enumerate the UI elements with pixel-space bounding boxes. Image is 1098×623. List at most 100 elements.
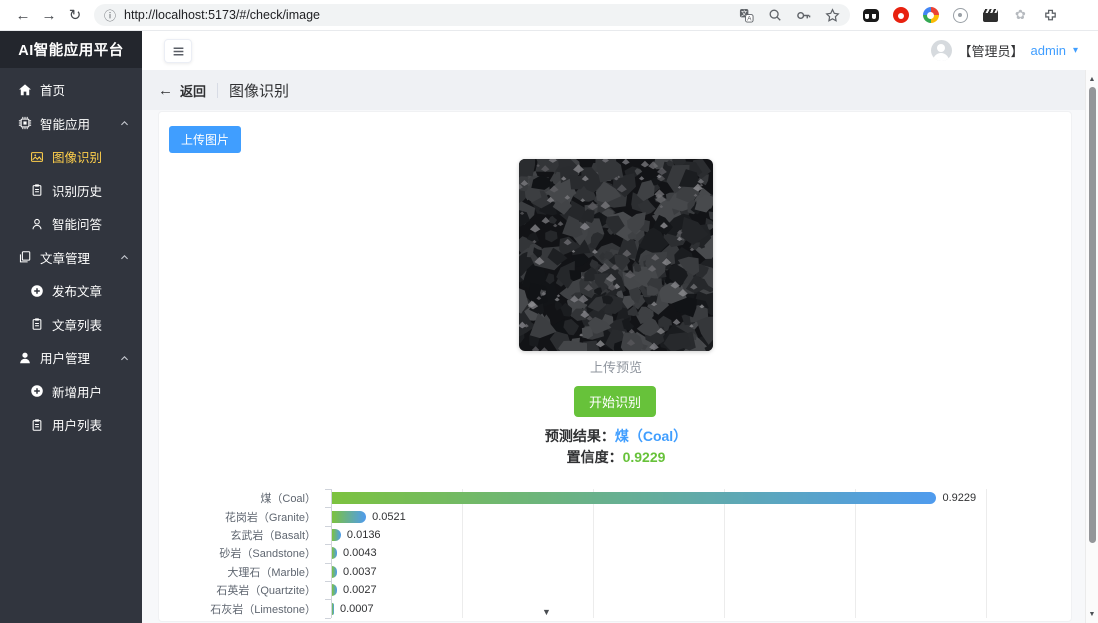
user-role-label: 【管理员】: [958, 44, 1024, 59]
clipboard-icon: [29, 317, 44, 332]
start-recognition-button[interactable]: 开始识别: [573, 386, 657, 417]
chevron-down-icon[interactable]: ▾: [1073, 45, 1078, 56]
sidebar-menu: 首页 智能应用图像识别识别历史智能问答文章管理发布文章文章列表用户管理新增用户用户…: [0, 68, 142, 442]
chart-value-label: 0.9229: [942, 492, 977, 505]
back-arrow-icon[interactable]: ←: [10, 7, 36, 24]
header-divider: [217, 82, 219, 98]
clipboard-icon: [29, 183, 44, 198]
menu-dots-icon[interactable]: ⋮: [1093, 7, 1098, 23]
scrollbar-thumb[interactable]: [1088, 87, 1096, 543]
chart-gridline: [855, 489, 856, 618]
screen: ← → ↻ ⓘ http://localhost:5173/#/check/im…: [0, 0, 1098, 623]
chart-category-label: 煤（Coal）: [260, 493, 316, 506]
content-area: 上传图片 上传预览 开始识别 预测结果：煤（Coal） 置信度：0.9229 煤…: [142, 110, 1085, 623]
translate-icon[interactable]: 文A: [739, 8, 754, 23]
extension-clapperboard-icon[interactable]: [982, 7, 999, 24]
user-solid-icon: [17, 350, 32, 365]
axis-tick: [325, 544, 331, 546]
sidebar-item-article-management[interactable]: 文章管理: [0, 241, 142, 275]
chart-gridline: [986, 489, 987, 618]
extension-color-wheel-icon[interactable]: [922, 7, 939, 24]
scrollbar-down-arrow[interactable]: ▼: [1086, 607, 1098, 621]
chevron-up-icon: [119, 116, 130, 130]
passwords-key-icon[interactable]: [796, 8, 811, 23]
svg-text:A: A: [747, 15, 752, 22]
sidebar: AI智能应用平台 首页 智能应用图像识别识别历史智能问答文章管理发布文章文章列表用…: [0, 31, 142, 623]
chart-category-label: 花岗岩（Granite）: [224, 511, 316, 524]
user-box[interactable]: 【管理员】 admin ▾: [930, 31, 1078, 70]
address-bar[interactable]: ⓘ http://localhost:5173/#/check/image 文A: [94, 4, 850, 26]
chevron-up-icon: [119, 351, 130, 365]
sidebar-item-label: 识别历史: [52, 184, 103, 199]
chart-bar: [332, 492, 937, 505]
scroll-down-indicator[interactable]: ▼: [542, 607, 551, 617]
chart-bar: [332, 529, 341, 541]
chevron-up-icon: [119, 250, 130, 264]
scrollbar-up-arrow[interactable]: ▲: [1086, 72, 1098, 86]
confidence-result: 置信度：0.9229: [159, 447, 1073, 467]
axis-tick: [325, 525, 331, 527]
chart-category-label: 石灰岩（Limestone）: [210, 603, 316, 616]
sidebar-item-publish-article[interactable]: 发布文章: [0, 274, 142, 308]
clipboard-icon: [29, 417, 44, 432]
browser-toolbar: ← → ↻ ⓘ http://localhost:5173/#/check/im…: [0, 0, 1098, 31]
username-link[interactable]: admin: [1031, 43, 1066, 58]
sidebar-item-label: 发布文章: [52, 285, 103, 300]
home-icon: [17, 82, 32, 97]
zoom-search-icon[interactable]: [768, 8, 782, 22]
chart-value-label: 0.0043: [343, 547, 377, 560]
bookmark-star-icon[interactable]: [825, 7, 840, 23]
plus-circle-icon: [29, 384, 44, 399]
url-text[interactable]: http://localhost:5173/#/check/image: [124, 8, 725, 22]
axis-tick: [325, 617, 331, 619]
sidebar-item-image-recognition[interactable]: 图像识别: [0, 140, 142, 174]
axis-tick: [325, 562, 331, 564]
axis-tick: [325, 581, 331, 582]
chart-value-label: 0.0521: [372, 510, 406, 523]
sidebar-item-label: 智能问答: [52, 218, 103, 233]
main-area: 【管理员】 admin ▾ ← 返回 图像识别 上传图片 上传预览 开始识别 预…: [142, 31, 1098, 623]
sidebar-item-smart-apps[interactable]: 智能应用: [0, 107, 142, 141]
chart-value-label: 0.0027: [343, 584, 377, 597]
sidebar-item-add-user[interactable]: 新增用户: [0, 375, 142, 409]
sidebar-item-label: 图像识别: [52, 151, 103, 166]
axis-tick: [325, 489, 331, 490]
sidebar-toggle-button[interactable]: [164, 39, 192, 63]
chip-icon: [17, 116, 32, 131]
chart-category-label: 大理石（Marble）: [227, 566, 316, 579]
extension-glasses-icon[interactable]: [862, 7, 879, 24]
page-header: ← 返回 图像识别: [142, 70, 1098, 110]
back-button[interactable]: 返回: [180, 81, 206, 100]
chart-gridline: [593, 489, 594, 618]
extension-gray-circle-icon[interactable]: [952, 7, 969, 24]
sidebar-item-user-management[interactable]: 用户管理: [0, 341, 142, 375]
sidebar-item-smart-qa[interactable]: 智能问答: [0, 207, 142, 241]
extension-flower-icon[interactable]: ✿: [1012, 7, 1029, 24]
chart-bar: [332, 602, 334, 615]
extensions-puzzle-icon[interactable]: [1042, 7, 1059, 24]
sidebar-item-article-list[interactable]: 文章列表: [0, 308, 142, 342]
app-title: AI智能应用平台: [0, 31, 142, 68]
page-title: 图像识别: [229, 82, 290, 100]
prediction-result: 预测结果：煤（Coal）: [159, 426, 1073, 446]
chart-value-label: 0.0136: [346, 529, 381, 541]
chart-bar: [332, 547, 337, 560]
page-scrollbar[interactable]: ▲ ▼: [1085, 70, 1098, 623]
sidebar-item-label: 用户管理: [40, 352, 91, 367]
chart-bar: [332, 584, 337, 597]
app-window: AI智能应用平台 首页 智能应用 图像识别 识别历史 智能问答 文章管理 发布文章 文章列表用…: [0, 31, 1098, 623]
back-icon[interactable]: ←: [158, 82, 173, 99]
forward-arrow-icon[interactable]: →: [36, 7, 62, 24]
refresh-icon[interactable]: ↻: [62, 6, 88, 24]
extensions-row: ✿: [862, 7, 1059, 24]
sidebar-item-label: 新增用户: [52, 385, 103, 400]
confidence-label: 置信度：: [566, 449, 623, 465]
top-navbar: 【管理员】 admin ▾: [142, 31, 1098, 70]
sidebar-item-home[interactable]: 首页: [0, 73, 142, 107]
sidebar-item-user-list[interactable]: 用户列表: [0, 408, 142, 442]
upload-image-button[interactable]: 上传图片: [169, 126, 242, 153]
sidebar-item-recognition-history[interactable]: 识别历史: [0, 174, 142, 208]
sidebar-item-label: 文章管理: [40, 251, 91, 266]
extension-red-circle-icon[interactable]: [892, 7, 909, 24]
site-info-icon[interactable]: ⓘ: [104, 7, 116, 24]
